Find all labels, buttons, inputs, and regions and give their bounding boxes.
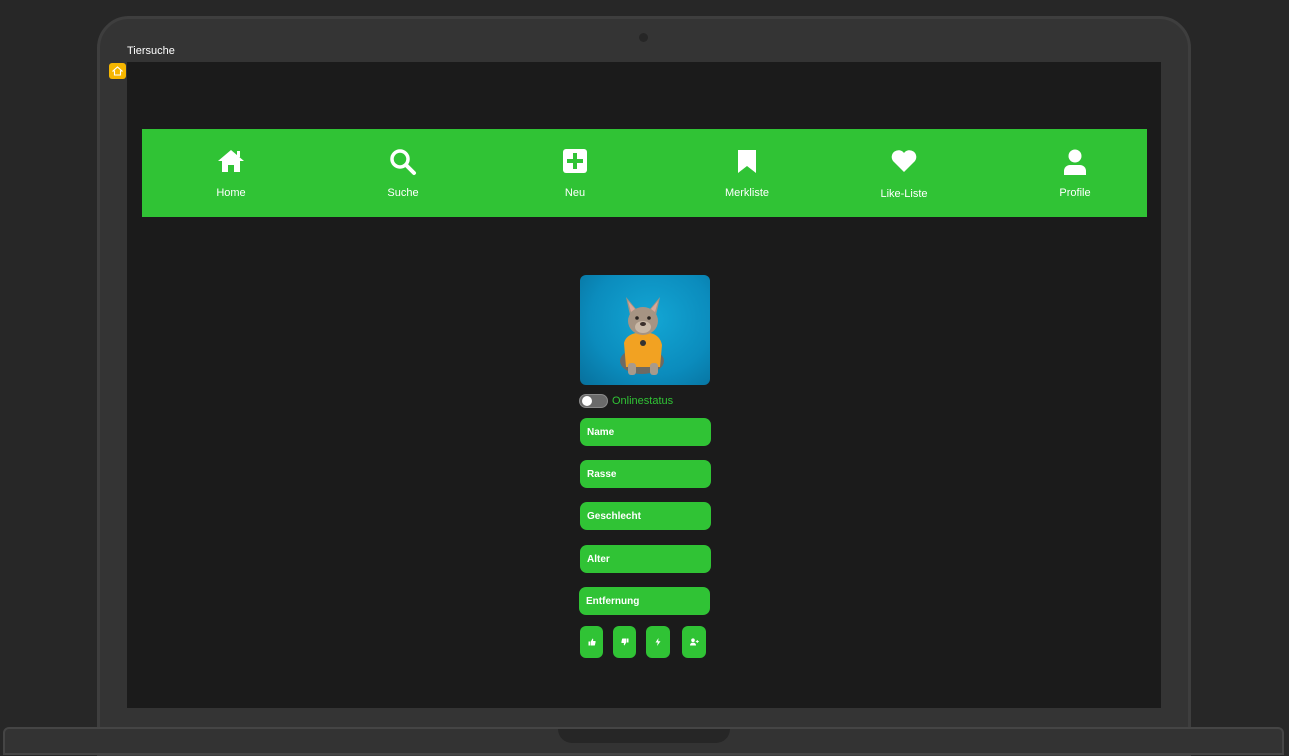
nav-item-likes[interactable]: Like-Liste <box>844 129 964 217</box>
nav-item-bookmarks[interactable]: Merkliste <box>687 129 807 217</box>
laptop-notch <box>558 729 730 743</box>
bolt-icon <box>655 638 661 646</box>
nav-item-search[interactable]: Suche <box>343 129 463 217</box>
pet-photo <box>580 275 710 385</box>
window-title: Tiersuche <box>127 45 175 57</box>
nav-label-profile: Profile <box>1059 187 1091 199</box>
camera-dot <box>639 33 648 42</box>
online-status-toggle[interactable] <box>579 394 608 408</box>
boost-button[interactable] <box>646 626 670 658</box>
nav-item-new[interactable]: Neu <box>515 129 635 217</box>
breed-field[interactable]: Rasse <box>580 460 711 488</box>
nav-label-likes: Like-Liste <box>880 188 928 200</box>
bookmark-icon <box>738 150 756 173</box>
add-friend-button[interactable] <box>682 626 706 658</box>
user-icon <box>1064 149 1086 175</box>
gender-field[interactable]: Geschlecht <box>580 502 711 530</box>
online-status-label: Onlinestatus <box>612 395 674 407</box>
search-icon <box>390 149 416 175</box>
heart-icon <box>891 150 917 172</box>
like-button[interactable] <box>580 626 603 658</box>
nav-label-home: Home <box>216 187 246 199</box>
name-field[interactable]: Name <box>580 418 711 446</box>
home-icon <box>218 150 244 172</box>
nav-item-home[interactable]: Home <box>171 129 291 217</box>
home-icon[interactable] <box>109 63 126 79</box>
nav-item-profile[interactable]: Profile <box>1015 129 1135 217</box>
nav-bar: Home Suche Neu Merkliste Like-Liste Prof… <box>142 129 1147 217</box>
age-field[interactable]: Alter <box>580 545 711 573</box>
online-status-row: Onlinestatus <box>579 394 673 408</box>
dislike-button[interactable] <box>613 626 636 658</box>
nav-label-search: Suche <box>387 187 419 199</box>
plus-square-icon <box>563 149 587 173</box>
user-plus-icon <box>689 638 699 646</box>
nav-label-new: Neu <box>564 187 586 199</box>
thumbs-up-icon <box>588 638 596 646</box>
thumbs-down-icon <box>620 638 628 646</box>
distance-field[interactable]: Entfernung <box>579 587 710 615</box>
nav-label-bookmarks: Merkliste <box>724 187 769 199</box>
